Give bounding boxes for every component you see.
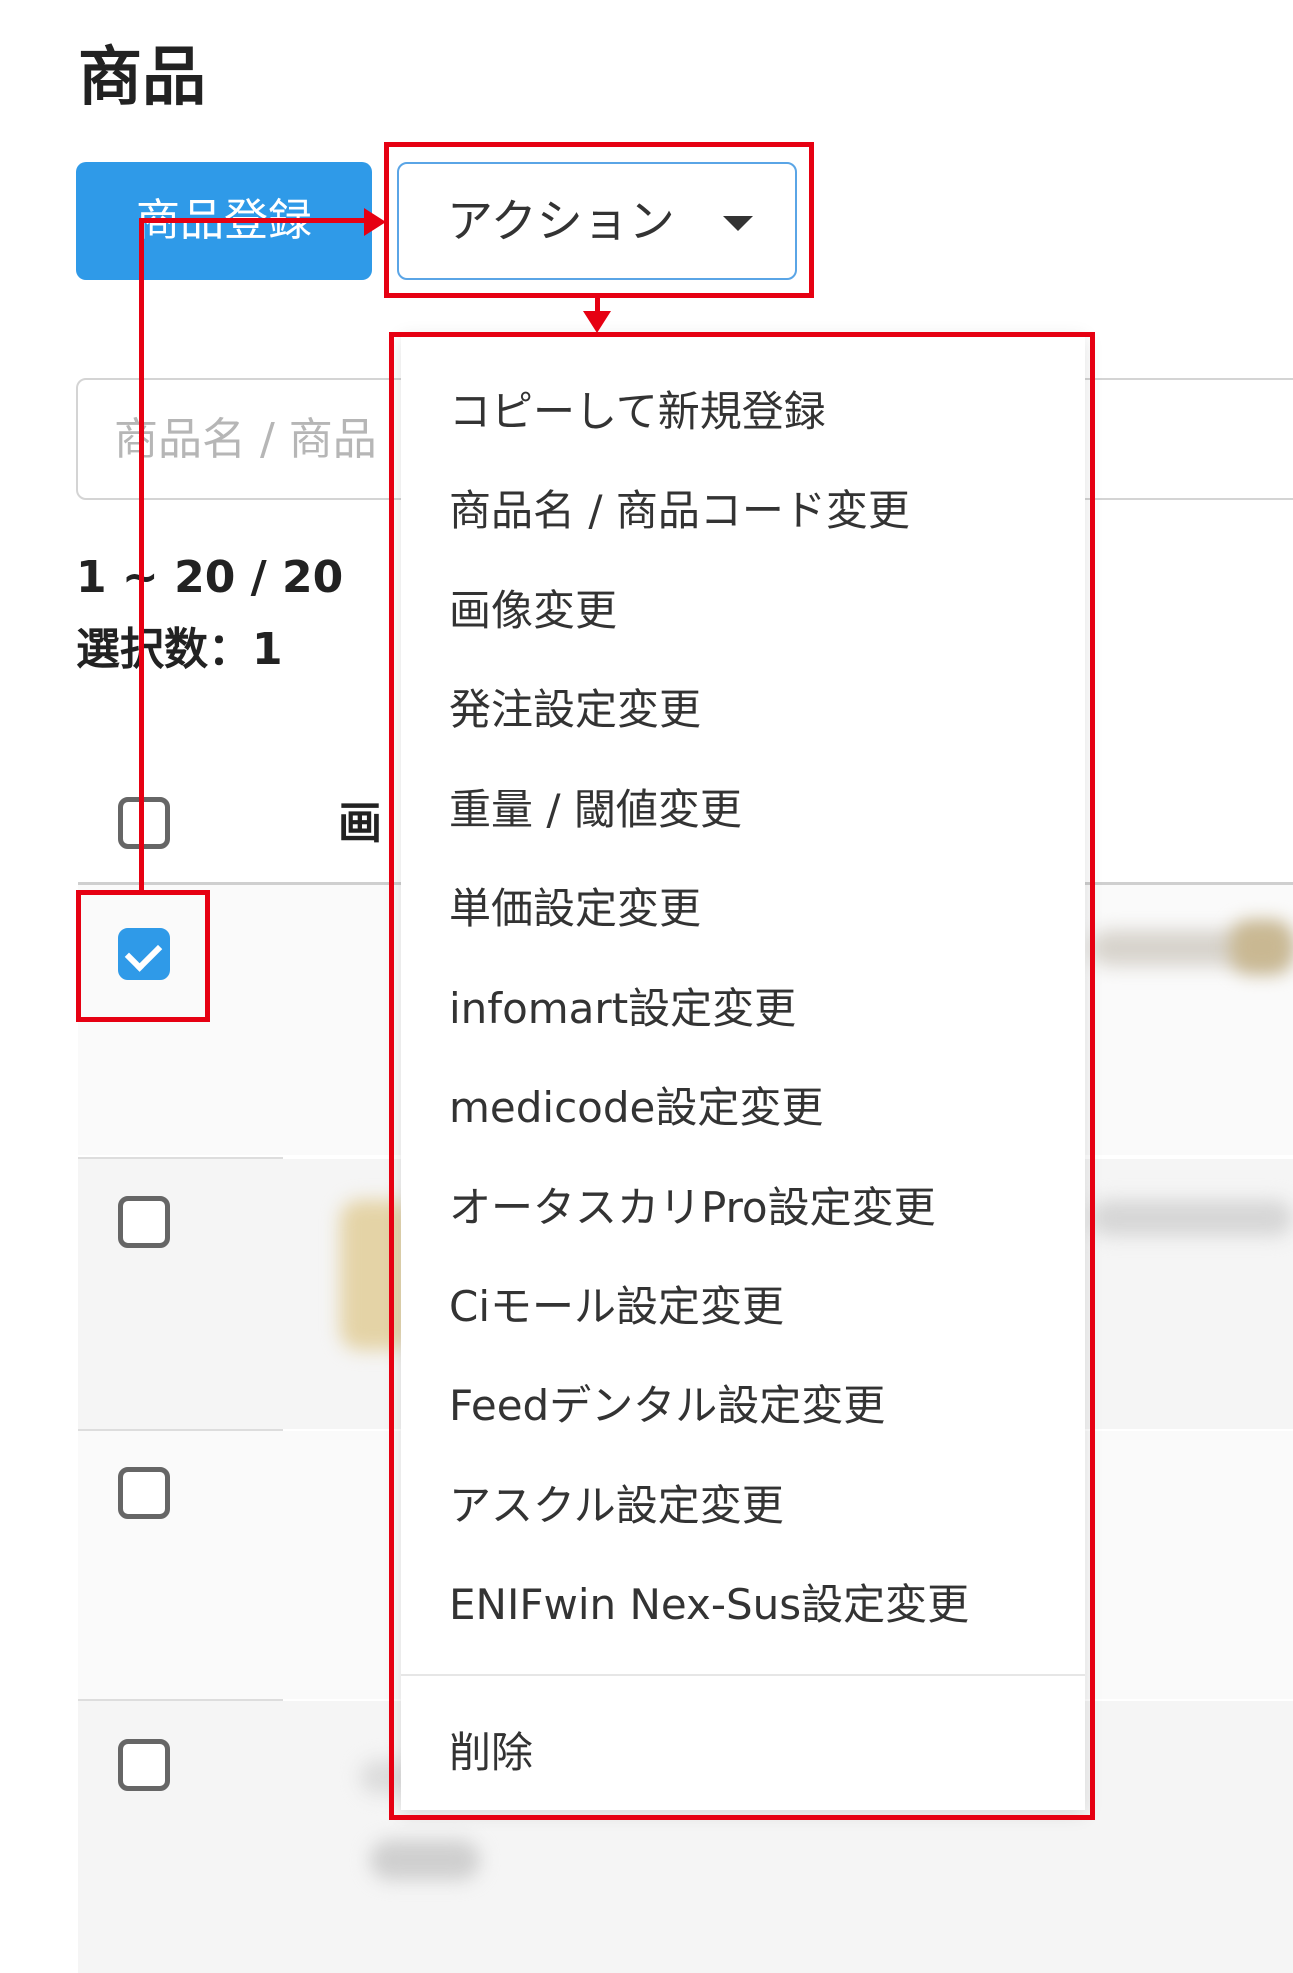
page: 商品 商品登録 アクション 1 ~ 20 / 20 選択数：1 画 コピーして新… xyxy=(0,0,1293,1973)
annotation-arrow-right-icon xyxy=(364,208,386,236)
row-checkbox[interactable] xyxy=(118,1196,170,1248)
annotation-highlight-checkbox xyxy=(76,890,210,1022)
blurred-row-content xyxy=(1230,920,1293,974)
page-title: 商品 xyxy=(78,41,206,115)
annotation-connector-line xyxy=(139,218,144,890)
blurred-row-content xyxy=(370,1840,480,1880)
selected-count: 選択数：1 xyxy=(76,624,283,675)
select-all-checkbox[interactable] xyxy=(118,797,170,849)
annotation-connector-line xyxy=(139,218,369,223)
blurred-row-content xyxy=(1090,1200,1293,1236)
annotation-highlight-action-button xyxy=(384,142,814,298)
row-checkbox[interactable] xyxy=(118,1739,170,1791)
annotation-arrow-down-icon xyxy=(583,311,611,333)
column-header-image: 画 xyxy=(338,798,382,849)
annotation-highlight-dropdown xyxy=(389,332,1095,1820)
row-checkbox[interactable] xyxy=(118,1467,170,1519)
result-count: 1 ~ 20 / 20 xyxy=(76,552,344,603)
